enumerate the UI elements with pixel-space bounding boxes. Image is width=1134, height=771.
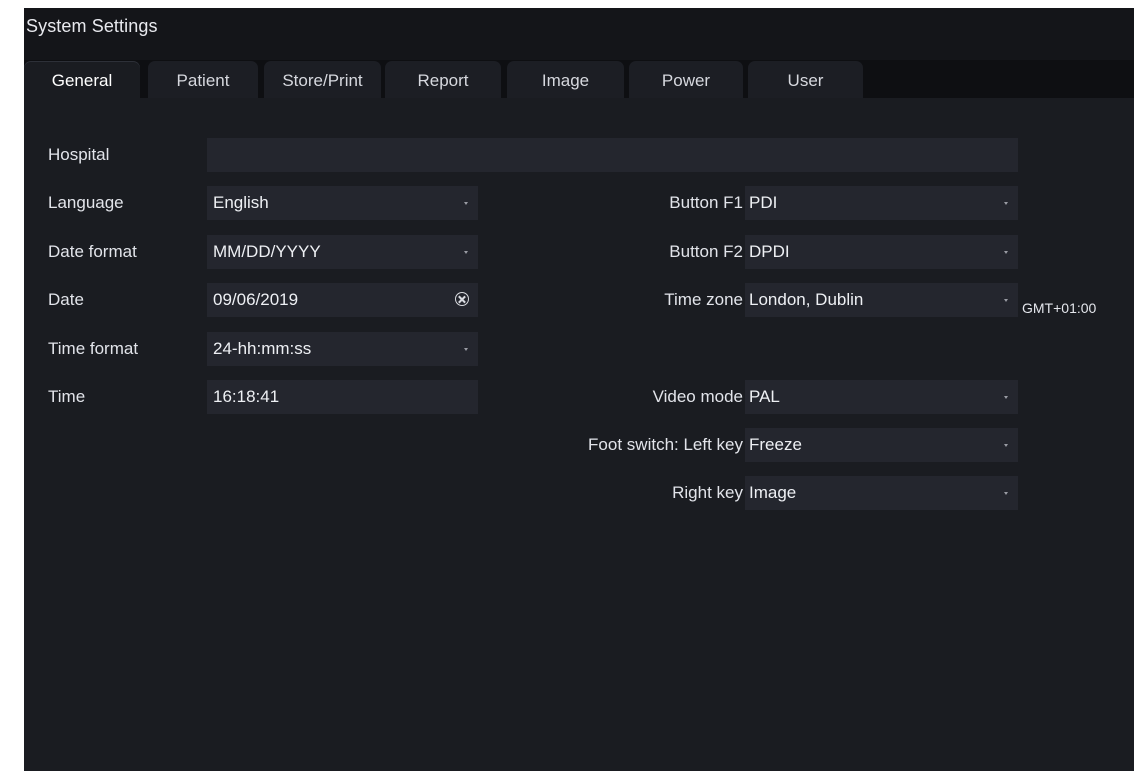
button-f1-select[interactable]: PDI xyxy=(745,186,1018,220)
system-settings-window: System Settings General Patient Store/Pr… xyxy=(24,8,1134,771)
date-value: 09/06/2019 xyxy=(213,290,299,309)
tab-general[interactable]: General xyxy=(24,61,140,100)
foot-switch-right-value: Image xyxy=(749,483,797,502)
date-label: Date xyxy=(48,290,84,309)
language-value: English xyxy=(213,193,269,212)
date-format-select[interactable]: MM/DD/YYYY xyxy=(207,235,478,269)
foot-switch-left-select[interactable]: Freeze xyxy=(745,428,1018,462)
tab-power[interactable]: Power xyxy=(629,61,743,100)
window-title: System Settings xyxy=(26,16,158,36)
chevron-down-icon xyxy=(464,348,468,351)
tab-image[interactable]: Image xyxy=(507,61,624,100)
time-format-label: Time format xyxy=(48,339,139,358)
time-zone-label: Time zone xyxy=(664,290,743,309)
chevron-down-icon xyxy=(464,251,468,254)
chevron-down-icon xyxy=(1004,396,1008,399)
video-mode-label: Video mode xyxy=(652,387,743,406)
tab-user[interactable]: User xyxy=(748,61,863,100)
time-label: Time xyxy=(48,387,86,406)
chevron-down-icon xyxy=(1004,202,1008,205)
time-zone-select[interactable]: London, Dublin xyxy=(745,283,1018,317)
button-f2-select[interactable]: DPDI xyxy=(745,235,1018,269)
language-select[interactable]: English xyxy=(207,186,478,220)
chevron-down-icon xyxy=(1004,299,1008,302)
clear-circle-icon[interactable] xyxy=(455,292,469,306)
chevron-down-icon xyxy=(464,202,468,205)
tab-store-print[interactable]: Store/Print xyxy=(264,61,381,100)
foot-switch-right-select[interactable]: Image xyxy=(745,476,1018,510)
date-input[interactable]: 09/06/2019 xyxy=(207,283,478,317)
general-settings-panel: Hospital Language English Date format MM… xyxy=(24,98,1134,771)
chevron-down-icon xyxy=(1004,251,1008,254)
chevron-down-icon xyxy=(1004,444,1008,447)
gmt-offset-label: GMT+01:00 xyxy=(1022,300,1097,316)
foot-switch-left-value: Freeze xyxy=(749,435,802,454)
video-mode-value: PAL xyxy=(749,387,780,406)
video-mode-select[interactable]: PAL xyxy=(745,380,1018,414)
language-label: Language xyxy=(48,193,124,212)
button-f1-label: Button F1 xyxy=(669,193,743,212)
tab-report[interactable]: Report xyxy=(385,61,501,100)
button-f2-value: DPDI xyxy=(749,242,790,261)
hospital-label: Hospital xyxy=(48,145,110,164)
time-input[interactable]: 16:18:41 xyxy=(207,380,478,414)
button-f2-label: Button F2 xyxy=(669,242,743,261)
date-format-value: MM/DD/YYYY xyxy=(213,242,321,261)
tab-patient[interactable]: Patient xyxy=(148,61,258,100)
button-f1-value: PDI xyxy=(749,193,778,212)
time-format-value: 24-hh:mm:ss xyxy=(213,339,312,358)
time-format-select[interactable]: 24-hh:mm:ss xyxy=(207,332,478,366)
time-zone-value: London, Dublin xyxy=(749,290,864,309)
foot-switch-left-label: Foot switch: Left key xyxy=(588,435,743,454)
chevron-down-icon xyxy=(1004,492,1008,495)
foot-switch-right-label: Right key xyxy=(672,483,743,502)
date-format-label: Date format xyxy=(48,242,137,261)
hospital-input[interactable] xyxy=(207,138,1018,172)
